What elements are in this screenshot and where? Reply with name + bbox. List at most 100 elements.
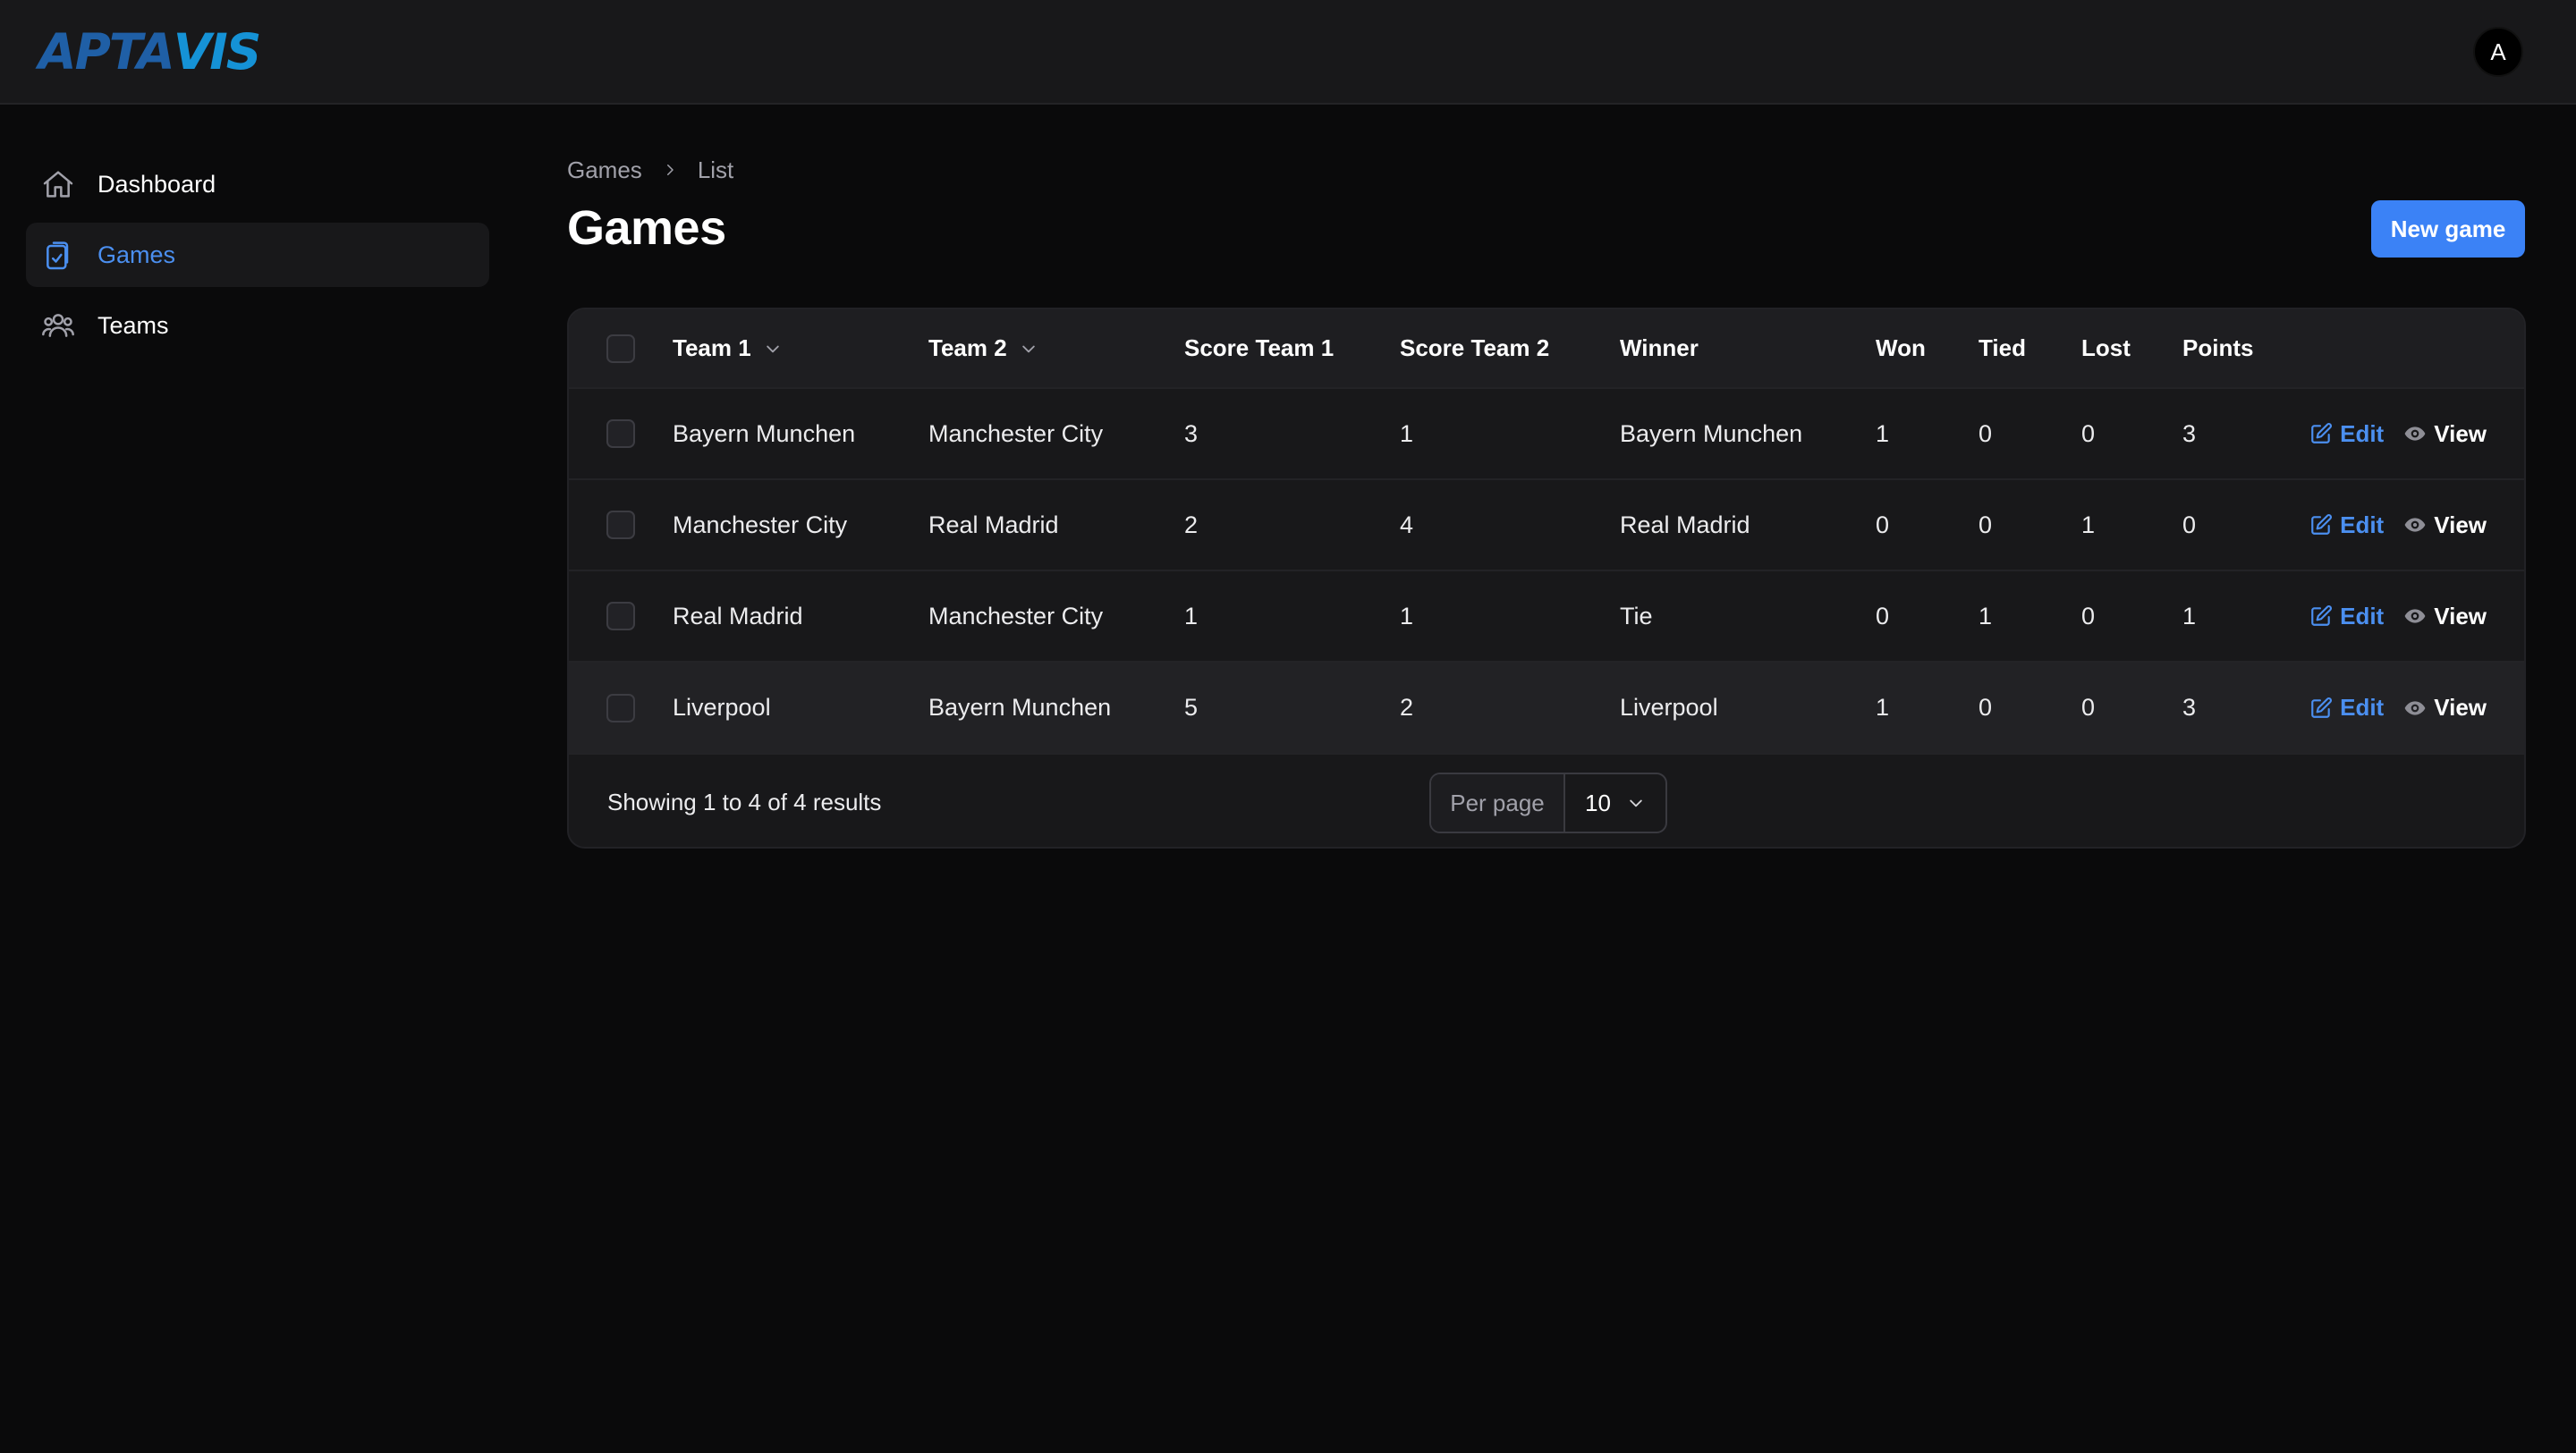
edit-link[interactable]: Edit [2309,694,2384,722]
cell-won: 1 [1876,419,1890,447]
sidebar-item-label: Teams [97,311,169,339]
cell-winner: Real Madrid [1620,511,1750,538]
breadcrumb: Games List [567,152,2526,188]
edit-icon [2311,423,2333,444]
cell-lost: 1 [2081,511,2096,538]
cell-lost: 0 [2081,419,2096,447]
edit-link[interactable]: Edit [2309,511,2384,539]
view-link[interactable]: View [2403,511,2487,539]
edit-link[interactable]: Edit [2309,603,2384,630]
column-header-winner: Winner [1620,334,1699,361]
sidebar-item-label: Games [97,241,176,268]
logo-text-part1: APTA [38,23,175,80]
sidebar-item-teams[interactable]: Teams [26,293,489,358]
cell-winner: Liverpool [1620,694,1718,721]
column-header-score-team1: Score Team 1 [1184,334,1335,361]
clipboard-check-icon [40,237,76,273]
sidebar-item-dashboard[interactable]: Dashboard [26,152,489,216]
edit-icon [2311,697,2333,718]
top-bar: APTA VIS A [0,0,2576,105]
cell-points: 3 [2182,419,2197,447]
column-header-score-team2: Score Team 2 [1400,334,1550,361]
per-page-select[interactable]: Per page 10 [1429,773,1667,833]
cell-score-team1: 3 [1184,419,1199,447]
breadcrumb-current: List [697,156,734,183]
eye-icon [2404,427,2426,441]
view-link[interactable]: View [2403,603,2487,630]
cell-team2: Manchester City [928,419,1104,447]
cell-team1: Liverpool [673,694,771,721]
cell-score-team2: 2 [1400,694,1414,721]
cell-team1: Real Madrid [673,602,803,629]
cell-score-team1: 2 [1184,511,1199,538]
row-checkbox[interactable] [606,693,635,722]
cell-team1: Manchester City [673,511,848,538]
per-page-label: Per page [1431,774,1565,832]
cell-team2: Real Madrid [928,511,1059,538]
cell-team1: Bayern Munchen [673,419,856,447]
breadcrumb-games-link[interactable]: Games [567,156,642,184]
row-checkbox[interactable] [606,511,635,540]
chevron-down-icon [766,345,779,352]
sidebar-item-games[interactable]: Games [26,223,489,287]
row-actions: Edit View [2308,420,2524,448]
cell-score-team2: 1 [1400,419,1414,447]
cell-tied: 0 [1979,694,1993,721]
edit-icon [2311,514,2333,535]
per-page-value[interactable]: 10 [1565,774,1665,832]
eye-icon [2404,700,2426,715]
cell-score-team2: 1 [1400,602,1414,629]
row-checkbox[interactable] [606,419,635,449]
table-footer: Showing 1 to 4 of 4 results Per page 10 [569,753,2524,847]
view-link[interactable]: View [2403,420,2487,448]
cell-score-team1: 1 [1184,602,1199,629]
users-icon [40,308,76,343]
eye-icon [2404,518,2426,532]
table-row: Manchester City Real Madrid 2 4 Real Madrid 0… [569,479,2524,570]
cell-points: 0 [2182,511,2197,538]
main-content: Games List Games New game Team 1 Team 2 … [567,152,2526,849]
cell-won: 0 [1876,511,1890,538]
cell-lost: 0 [2081,694,2096,721]
logo-text-part2: VIS [173,23,262,80]
column-header-lost: Lost [2081,334,2131,361]
select-all-checkbox[interactable] [606,334,635,364]
column-header-team1[interactable]: Team 1 [673,309,928,388]
chevron-down-icon [1021,345,1035,352]
cell-won: 0 [1876,602,1890,629]
edit-link[interactable]: Edit [2309,420,2384,448]
column-header-team2[interactable]: Team 2 [928,309,1184,388]
aptavis-logo[interactable]: APTA VIS [38,23,262,80]
results-summary: Showing 1 to 4 of 4 results [607,788,882,815]
cell-tied: 0 [1979,511,1993,538]
row-actions: Edit View [2308,603,2524,630]
row-checkbox[interactable] [606,602,635,631]
sidebar: Dashboard Games Teams [26,152,489,364]
eye-icon [2404,609,2426,623]
column-header-won: Won [1876,334,1926,361]
new-game-button[interactable]: New game [2371,200,2525,258]
cell-team2: Manchester City [928,602,1104,629]
chevron-right-icon [662,162,678,178]
row-actions: Edit View [2308,511,2524,539]
cell-points: 3 [2182,694,2197,721]
table-header-row: Team 1 Team 2 Score Team 1 Score Team 2 … [569,309,2524,388]
page-title: Games [567,201,726,255]
table-row: Liverpool Bayern Munchen 5 2 Liverpool 1 0 0 3 Ed… [569,662,2524,753]
cell-tied: 1 [1979,602,1993,629]
column-header-points: Points [2182,334,2254,361]
cell-tied: 0 [1979,419,1993,447]
cell-score-team1: 5 [1184,694,1199,721]
chevron-down-icon [1630,799,1642,807]
games-table: Team 1 Team 2 Score Team 1 Score Team 2 … [569,309,2524,753]
cell-score-team2: 4 [1400,511,1414,538]
view-link[interactable]: View [2403,694,2487,722]
sidebar-item-label: Dashboard [97,170,216,198]
cell-won: 1 [1876,694,1890,721]
column-header-tied: Tied [1979,334,2026,361]
table-row: Real Madrid Manchester City 1 1 Tie 0 1 0 1 Edit V… [569,570,2524,662]
user-avatar[interactable]: A [2473,27,2523,77]
cell-lost: 0 [2081,602,2096,629]
home-icon [40,166,76,202]
cell-winner: Bayern Munchen [1620,419,1803,447]
